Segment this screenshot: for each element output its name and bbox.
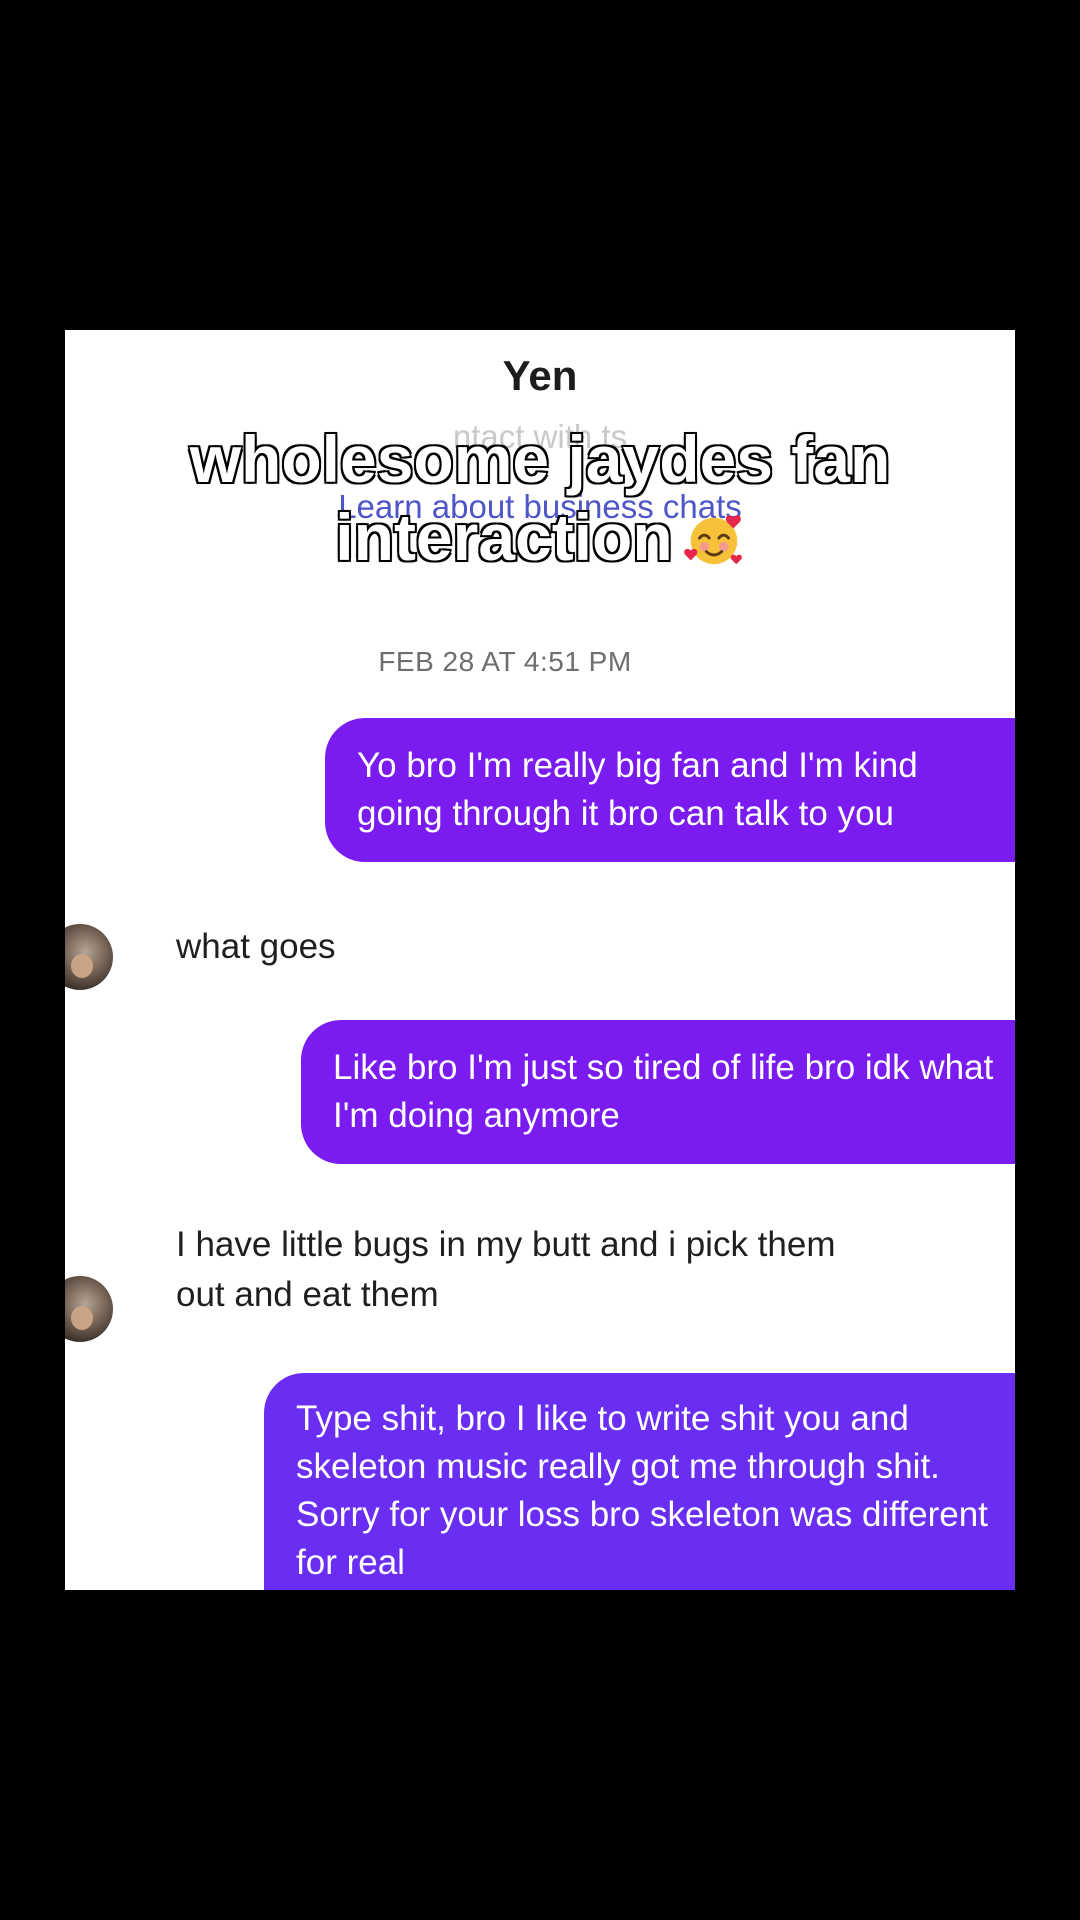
outgoing-message[interactable]: Type shit, bro I like to write shit you …	[264, 1373, 1015, 1590]
video-frame: Yen ntact with ts Learn about business c…	[0, 0, 1080, 1920]
incoming-message[interactable]: what goes	[176, 922, 816, 972]
outgoing-message[interactable]: Yo bro I'm really big fan and I'm kind g…	[325, 718, 1015, 862]
incoming-message[interactable]: I have little bugs in my butt and i pick…	[176, 1220, 876, 1320]
outgoing-message[interactable]: Like bro I'm just so tired of life bro i…	[301, 1020, 1015, 1164]
chat-timestamp: FEB 28 AT 4:51 PM	[378, 646, 632, 677]
contact-name[interactable]: Yen	[65, 352, 1015, 400]
caption-line-2-text: interaction	[334, 499, 674, 576]
contact-avatar[interactable]	[65, 1276, 113, 1342]
caption-line-1: wholesome jaydes fan	[188, 421, 892, 498]
contact-avatar[interactable]	[65, 924, 113, 990]
caption-line-2: interaction	[0, 498, 1080, 576]
smiling-face-with-hearts-icon	[683, 515, 742, 565]
video-caption: wholesome jaydes fan interaction	[0, 420, 1080, 576]
